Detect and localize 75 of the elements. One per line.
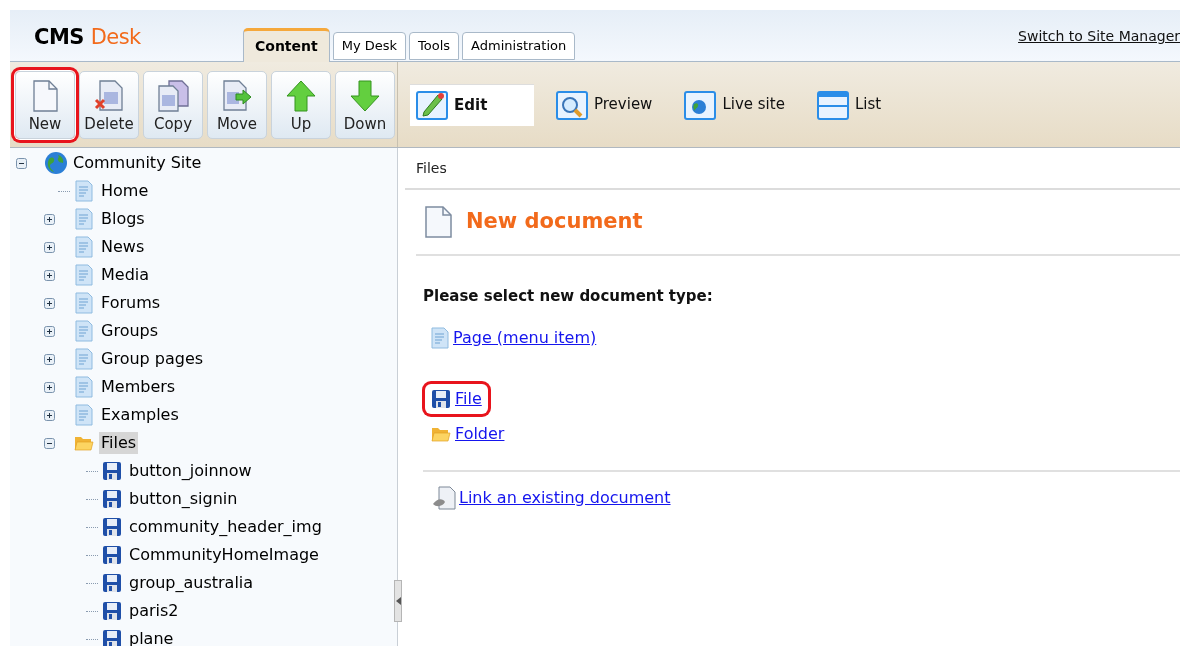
document-type-link[interactable]: Page (menu item) — [431, 325, 597, 350]
tree-node-label[interactable]: community_header_img — [127, 516, 324, 538]
folder-icon — [74, 434, 94, 452]
expand-icon[interactable] — [44, 325, 55, 337]
document-icon — [424, 206, 452, 238]
page-icon — [75, 292, 93, 314]
page-icon — [75, 348, 93, 370]
tree-node-label[interactable]: button_joinnow — [127, 460, 254, 482]
globe-icon — [44, 151, 68, 175]
document-type-link[interactable]: File — [425, 383, 488, 414]
list-window-icon — [816, 89, 849, 120]
up-arrow-icon — [286, 79, 316, 112]
tree-node-label[interactable]: Forums — [99, 292, 163, 314]
page-icon — [75, 180, 93, 202]
move-button[interactable]: Move — [207, 70, 267, 139]
tree-node-label[interactable]: Files — [99, 432, 139, 454]
link-existing-document-link[interactable]: Link an existing document — [431, 485, 671, 510]
down-button[interactable]: Down — [335, 70, 395, 139]
delete-button[interactable]: Delete — [79, 70, 139, 139]
page-icon — [431, 326, 449, 349]
collapse-icon[interactable] — [44, 437, 55, 449]
live-mode-button[interactable]: Live site — [678, 83, 795, 126]
logo: CMS Desk — [34, 24, 141, 51]
tree-node-label[interactable]: Blogs — [99, 208, 147, 230]
page-icon — [75, 320, 93, 342]
list-mode-button[interactable]: List — [810, 83, 892, 126]
expand-icon[interactable] — [44, 297, 55, 309]
preview-mode-button[interactable]: Preview — [550, 83, 663, 126]
tree-node-label[interactable]: Members — [99, 376, 178, 398]
linked-document-icon — [431, 485, 457, 510]
document-arrow-icon — [222, 79, 252, 112]
tab[interactable]: Tools — [409, 32, 460, 60]
document-delete-icon — [94, 79, 124, 112]
page-icon — [75, 236, 93, 258]
globe-window-icon — [684, 89, 717, 120]
prompt-text: Please select new document type: — [423, 286, 714, 307]
tree-node-label[interactable]: group_australia — [127, 572, 256, 594]
page-icon — [75, 264, 93, 286]
tree-node-label[interactable]: Home — [99, 180, 151, 202]
tree-node-label[interactable]: button_signin — [127, 488, 240, 510]
tree-node-label[interactable]: News — [99, 236, 147, 258]
tree-node-label[interactable]: Examples — [99, 404, 181, 426]
expand-icon[interactable] — [44, 381, 55, 393]
document-type-link[interactable]: Folder — [431, 421, 505, 446]
page-icon — [75, 404, 93, 426]
tree-node-label[interactable]: Media — [99, 264, 152, 286]
magnifier-icon — [556, 89, 588, 120]
tree-node-label[interactable]: Community Site — [71, 152, 204, 174]
switch-to-site-manager-link[interactable]: Switch to Site Manager — [1018, 26, 1180, 47]
pencil-icon — [416, 90, 448, 120]
page-icon — [75, 208, 93, 230]
collapse-arrow-icon — [395, 597, 401, 605]
collapse-icon[interactable] — [16, 157, 27, 169]
tab[interactable]: Content — [243, 28, 330, 62]
expand-icon[interactable] — [44, 241, 55, 253]
copy-button[interactable]: Copy — [143, 70, 203, 139]
tree-node-label[interactable]: paris2 — [127, 600, 181, 622]
tab[interactable]: My Desk — [332, 32, 407, 60]
breadcrumb: Files — [416, 158, 447, 178]
page-icon — [75, 376, 93, 398]
tab[interactable]: Administration — [462, 32, 576, 60]
edit-mode-button[interactable]: Edit — [410, 83, 534, 126]
up-button[interactable]: Up — [271, 70, 331, 139]
expand-icon[interactable] — [44, 213, 55, 225]
expand-icon[interactable] — [44, 409, 55, 421]
tree-node-label[interactable]: CommunityHomeImage — [127, 544, 321, 566]
tree-node-label[interactable]: Group pages — [99, 348, 206, 370]
panel-collapse-handle[interactable] — [394, 580, 402, 622]
blank-document-icon — [32, 79, 58, 112]
down-arrow-icon — [350, 79, 380, 112]
copy-documents-icon — [157, 79, 189, 112]
page-heading: New document — [466, 208, 643, 236]
tree-node-label[interactable]: Groups — [99, 320, 161, 342]
expand-icon[interactable] — [44, 353, 55, 365]
expand-icon[interactable] — [44, 269, 55, 281]
